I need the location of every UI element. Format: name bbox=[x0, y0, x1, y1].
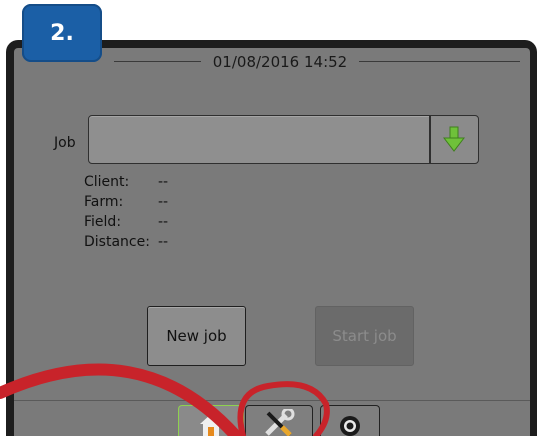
info-value: -- bbox=[158, 194, 169, 210]
info-row-distance: Distance: -- bbox=[84, 232, 168, 252]
job-select-field[interactable] bbox=[88, 115, 430, 164]
info-row-farm: Farm: -- bbox=[84, 192, 168, 212]
down-arrow-icon bbox=[443, 126, 465, 152]
bottom-tab-bar bbox=[14, 400, 530, 436]
info-row-field: Field: -- bbox=[84, 212, 168, 232]
tab-camera[interactable] bbox=[320, 405, 380, 436]
info-key: Field: bbox=[84, 214, 122, 230]
job-dropdown-button[interactable] bbox=[430, 115, 479, 164]
job-info-list: Client: -- Farm: -- Field: -- Distance: … bbox=[84, 172, 168, 252]
job-label: Job bbox=[54, 135, 76, 151]
console-screen: 01/08/2016 14:52 Job Client: -- Farm: --… bbox=[14, 48, 530, 436]
info-value: -- bbox=[158, 234, 169, 250]
step-badge: 2. bbox=[22, 4, 102, 62]
datetime-display: 01/08/2016 14:52 bbox=[200, 53, 360, 71]
tab-tools[interactable] bbox=[245, 405, 313, 436]
start-job-button[interactable]: Start job bbox=[315, 306, 414, 366]
info-value: -- bbox=[158, 214, 169, 230]
info-key: Distance: bbox=[84, 234, 150, 250]
info-value: -- bbox=[158, 174, 169, 190]
info-row-client: Client: -- bbox=[84, 172, 168, 192]
new-job-button[interactable]: New job bbox=[147, 306, 246, 366]
wrench-screwdriver-icon bbox=[265, 409, 295, 436]
camera-icon bbox=[340, 416, 360, 436]
home-icon bbox=[200, 414, 222, 436]
info-key: Client: bbox=[84, 174, 130, 190]
tab-home[interactable] bbox=[178, 405, 244, 436]
info-key: Farm: bbox=[84, 194, 124, 210]
